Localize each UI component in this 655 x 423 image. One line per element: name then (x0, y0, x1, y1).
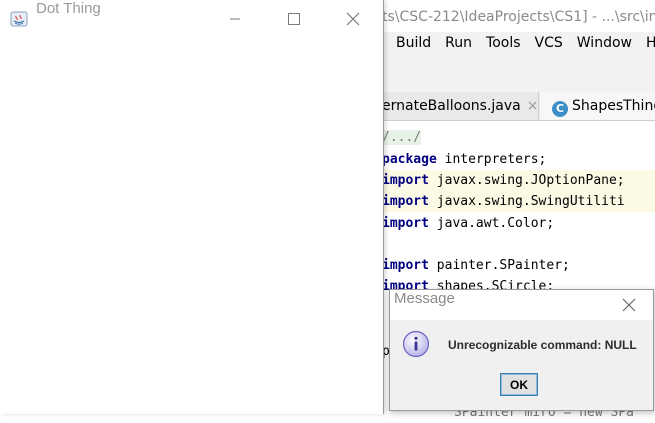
class-c-icon: C (552, 101, 568, 117)
info-icon (402, 330, 430, 358)
maximize-icon (288, 13, 300, 25)
dot-thing-window[interactable]: Dot Thing (0, 0, 384, 414)
tab-label: ernateBalloons.java (382, 98, 521, 114)
ide-toolbar (382, 56, 655, 93)
message-dialog[interactable]: Message Unrecognizable command: NULL OK (389, 289, 654, 411)
message-text: Unrecognizable command: NULL (448, 338, 637, 352)
tab-shapes-thing[interactable]: C ShapesThing (540, 92, 655, 120)
maximize-button[interactable] (270, 0, 316, 38)
code-line: import javax.swing.SwingUtiliti (382, 191, 655, 212)
dot-thing-title-bar[interactable]: Dot Thing (0, 0, 383, 38)
window-title: Dot Thing (36, 0, 101, 17)
menu-vcs[interactable]: VCS (535, 32, 563, 54)
menu-tools[interactable]: Tools (486, 32, 521, 54)
code-line: import java.awt.Color; (382, 216, 555, 231)
message-close-button[interactable] (618, 295, 640, 315)
menu-help[interactable]: H (646, 32, 655, 54)
close-icon (346, 12, 360, 26)
minimize-icon (230, 18, 240, 20)
tab-close-icon[interactable]: × (527, 98, 539, 114)
ok-button[interactable]: OK (500, 373, 538, 396)
close-button[interactable] (330, 0, 376, 38)
ide-title-bar: ts\CSC-212\IdeaProjects\CS1] - ...\src\i… (382, 0, 655, 32)
tab-alternate-balloons[interactable]: ernateBalloons.java × (382, 92, 539, 120)
close-icon (622, 298, 636, 312)
menu-run[interactable]: Run (445, 32, 472, 54)
editor-tabs: ernateBalloons.java × C ShapesThing (382, 92, 655, 121)
code-line: import painter.SPainter; (382, 258, 570, 273)
code-line: import javax.swing.JOptionPane; (382, 170, 655, 191)
message-title-bar[interactable]: Message (390, 290, 653, 320)
ide-menu-bar: Build Run Tools VCS Window H (382, 32, 655, 56)
menu-window[interactable]: Window (577, 32, 632, 54)
code-line: package interpreters; (382, 152, 547, 167)
menu-build[interactable]: Build (396, 32, 431, 54)
minimize-button[interactable] (212, 0, 258, 38)
code-line: /.../ (382, 130, 422, 145)
java-icon (10, 11, 28, 27)
tab-label: ShapesThing (572, 98, 655, 114)
message-title: Message (394, 290, 455, 307)
